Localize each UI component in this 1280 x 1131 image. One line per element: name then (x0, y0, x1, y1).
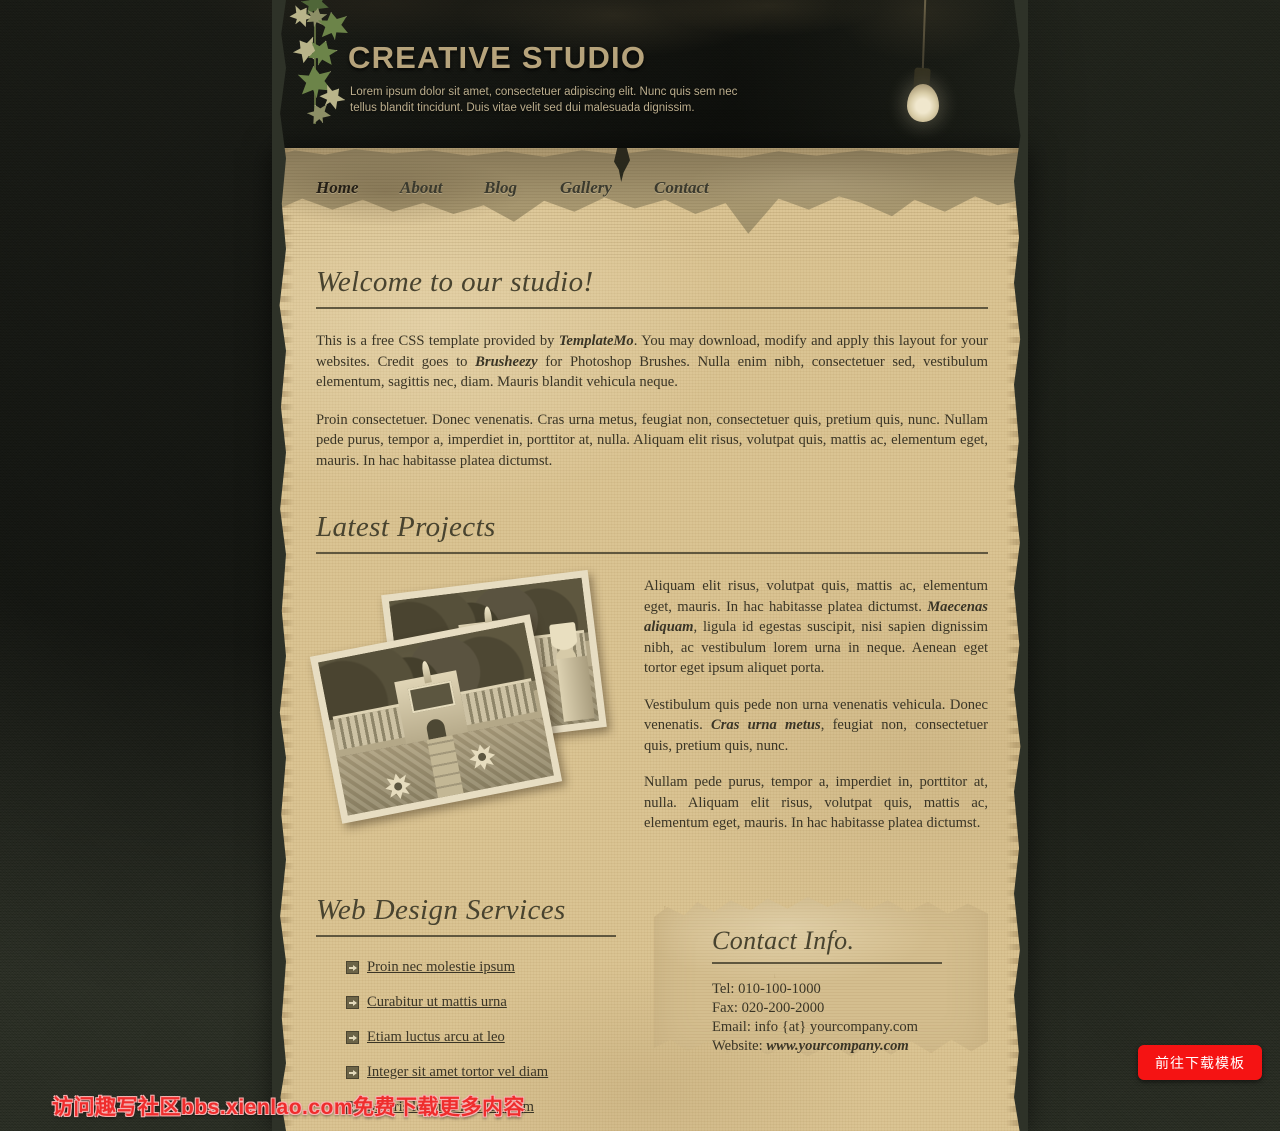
projects-text-column: Aliquam elit risus, volutpat quis, matti… (616, 576, 988, 850)
service-link[interactable]: Etiam luctus arcu at leo (367, 1029, 505, 1046)
nav-item-gallery[interactable]: Gallery (560, 178, 654, 198)
nav-item-blog[interactable]: Blog (484, 178, 560, 198)
nav-link-home[interactable]: Home (316, 178, 400, 198)
ivy-leaf-icon (305, 100, 333, 127)
contact-fax: Fax: 020-200-2000 (712, 999, 825, 1016)
brusheezy-link[interactable]: Brusheezy (475, 354, 537, 370)
contact-tel: Tel: 010-100-1000 (712, 980, 821, 997)
service-link[interactable]: Integer sit amet tortor vel diam (367, 1064, 548, 1081)
contact-inner: Contact Info. Tel: 010-100-1000 Fax: 020… (712, 926, 988, 1056)
contact-heading: Contact Info. (712, 925, 855, 955)
projects-paragraph-3: Nullam pede purus, tempor a, imperdiet i… (644, 774, 988, 831)
services-rule (316, 934, 616, 937)
project-photo-front[interactable] (309, 614, 563, 824)
paper-torn-edge-left (272, 0, 286, 1131)
nav-list: Home About Blog Gallery Contact (316, 178, 709, 198)
projects-p2-emphasis: Cras urna metus (710, 717, 821, 733)
contact-info-panel: Contact Info. Tel: 010-100-1000 Fax: 020… (654, 893, 988, 1062)
list-item[interactable]: Mauris lobortis nisl id lorem (346, 1099, 616, 1116)
service-link[interactable]: Curabitur ut mattis urna (367, 994, 507, 1011)
welcome-heading: Welcome to our studio! (316, 266, 594, 298)
download-template-button[interactable]: 前往下载模板 (1138, 1045, 1262, 1080)
welcome-rule (316, 307, 988, 309)
projects-paragraph-1: Aliquam elit risus, volutpat quis, matti… (644, 576, 988, 679)
projects-rule (316, 552, 988, 554)
contact-rule (712, 961, 942, 964)
projects-photo-collage (309, 569, 616, 824)
templatemo-link[interactable]: TemplateMo (559, 333, 634, 349)
page-content: Welcome to our studio! This is a free CS… (309, 266, 988, 1131)
list-item[interactable]: Etiam luctus arcu at leo (346, 1029, 616, 1046)
contact-email: Email: info {at} yourcompany.com (712, 1018, 918, 1035)
nav-link-gallery[interactable]: Gallery (560, 178, 654, 198)
welcome-paragraph-1: This is a free CSS template provided by … (316, 331, 988, 393)
arrow-right-icon (346, 960, 359, 974)
contact-website-label: Website: (712, 1037, 767, 1054)
nav-link-blog[interactable]: Blog (484, 178, 560, 198)
bulb-cord (921, 0, 927, 75)
services-heading: Web Design Services (316, 893, 566, 926)
arrow-right-icon (346, 995, 359, 1009)
paper-sheet: Home About Blog Gallery Contact Welcome … (272, 148, 1028, 1131)
bulb-glass (907, 84, 939, 122)
photo-flower-bed (467, 742, 497, 772)
hanging-lightbulb-icon (900, 0, 960, 126)
welcome-section: Welcome to our studio! This is a free CS… (316, 266, 988, 471)
contact-website: Website: www.yourcompany.com (712, 1037, 988, 1056)
projects-row: Aliquam elit risus, volutpat quis, matti… (309, 569, 988, 850)
web-design-services-section: Web Design Services Proin nec molestie i… (316, 894, 616, 1131)
projects-p1-text-b: , ligula id egestas suscipit, nisi sapie… (644, 619, 988, 676)
arrow-right-icon (346, 1065, 359, 1079)
site-tagline: Lorem ipsum dolor sit amet, consectetuer… (350, 86, 738, 114)
nav-item-home[interactable]: Home (316, 178, 400, 198)
projects-heading: Latest Projects (316, 511, 496, 543)
contact-website-value[interactable]: www.yourcompany.com (766, 1038, 908, 1054)
service-link[interactable]: Mauris lobortis nisl id lorem (367, 1099, 534, 1116)
main-navigation[interactable]: Home About Blog Gallery Contact (272, 148, 1028, 258)
lower-row: Web Design Services Proin nec molestie i… (316, 893, 988, 1131)
arrow-right-icon (346, 1030, 359, 1044)
nav-link-contact[interactable]: Contact (654, 178, 709, 198)
photo-scene (318, 622, 554, 816)
welcome-body: This is a free CSS template provided by … (316, 331, 988, 471)
list-item[interactable]: Integer sit amet tortor vel diam (346, 1064, 616, 1081)
arrow-right-icon (346, 1100, 359, 1114)
brand: CREATIVE STUDIO Lorem ipsum dolor sit am… (348, 40, 750, 116)
project-photo-front-image (318, 622, 554, 816)
nav-item-about[interactable]: About (400, 178, 484, 198)
projects-paragraph-2: Vestibulum quis pede non urna venenatis … (644, 695, 988, 757)
services-list: Proin nec molestie ipsum Curabitur ut ma… (316, 959, 616, 1116)
welcome-paragraph-2: Proin consectetuer. Donec venenatis. Cra… (316, 411, 988, 469)
site-title: CREATIVE STUDIO (348, 40, 647, 75)
nav-item-contact[interactable]: Contact (654, 178, 709, 198)
nav-link-about[interactable]: About (400, 178, 484, 198)
welcome-p1-text-a: This is a free CSS template provided by (316, 333, 559, 349)
list-item[interactable]: Proin nec molestie ipsum (346, 959, 616, 976)
site-header: CREATIVE STUDIO Lorem ipsum dolor sit am… (0, 0, 1280, 150)
contact-lines: Tel: 010-100-1000 Fax: 020-200-2000 Emai… (712, 980, 988, 1056)
photo-flower-bed (383, 771, 413, 801)
photo-curtain (556, 655, 595, 723)
service-link[interactable]: Proin nec molestie ipsum (367, 959, 515, 976)
list-item[interactable]: Curabitur ut mattis urna (346, 994, 616, 1011)
latest-projects-section: Latest Projects Aliquam elit risus, volu… (309, 511, 988, 850)
